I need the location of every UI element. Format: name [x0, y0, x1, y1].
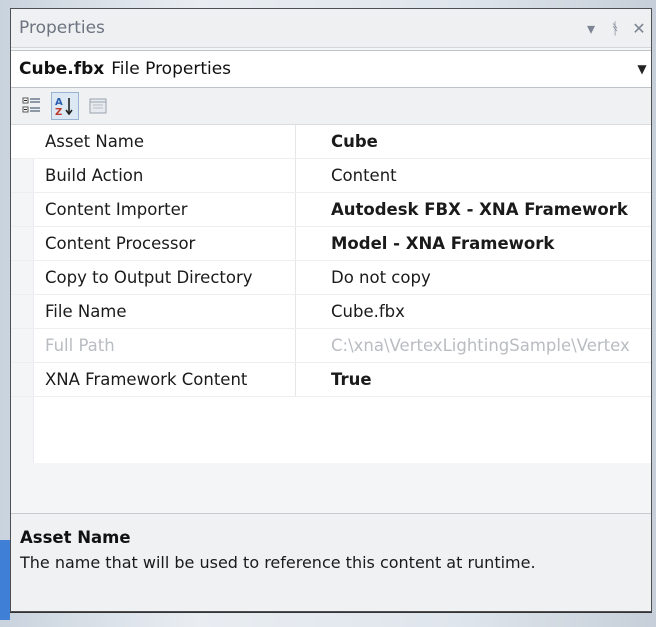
- property-value[interactable]: Cube: [296, 132, 651, 151]
- object-selector[interactable]: Cube.fbx File Properties ▼: [11, 50, 651, 88]
- property-row[interactable]: Copy to Output Directory Do not copy: [11, 261, 651, 295]
- window-title: Properties: [19, 18, 105, 38]
- property-pages-button[interactable]: [85, 93, 111, 119]
- property-value[interactable]: Cube.fbx: [296, 302, 651, 321]
- categorized-button[interactable]: [19, 93, 45, 119]
- object-name: Cube.fbx: [19, 59, 105, 79]
- close-button[interactable]: ✕: [627, 19, 651, 38]
- property-pages-icon: [89, 98, 107, 114]
- property-name: File Name: [11, 295, 296, 328]
- property-row[interactable]: Build Action Content: [11, 159, 651, 193]
- description-title: Asset Name: [20, 528, 131, 547]
- property-row[interactable]: XNA Framework Content True: [11, 363, 651, 397]
- property-value[interactable]: True: [296, 370, 651, 389]
- title-bar[interactable]: Properties ▾ ᚬ ✕: [11, 9, 651, 48]
- description-text: The name that will be used to reference …: [20, 553, 536, 572]
- categorized-icon: [22, 97, 40, 113]
- property-value[interactable]: Model - XNA Framework: [296, 234, 651, 253]
- property-value: C:\xna\VertexLightingSample\Vertex: [331, 336, 630, 355]
- property-name: Asset Name: [11, 125, 296, 158]
- property-rows: Asset Name Cube Build Action Content Content…: [11, 125, 651, 397]
- background-accent: [0, 540, 10, 620]
- property-name: XNA Framework Content: [11, 363, 296, 396]
- property-row[interactable]: File Name Cube.fbx: [11, 295, 651, 329]
- alphabetical-button[interactable]: A Z: [51, 92, 79, 120]
- chevron-down-icon[interactable]: ▼: [633, 62, 651, 76]
- property-name: Content Processor: [11, 227, 296, 260]
- property-value[interactable]: Autodesk FBX - XNA Framework: [296, 200, 651, 219]
- property-name: Copy to Output Directory: [11, 261, 296, 294]
- property-row[interactable]: Full Path C:\xna\VertexLightingSample\Ver…: [11, 329, 651, 363]
- properties-toolbar: A Z: [11, 88, 651, 125]
- property-row[interactable]: Content Processor Model - XNA Framework: [11, 227, 651, 261]
- property-name: Build Action: [11, 159, 296, 192]
- property-name: Full Path: [11, 329, 296, 362]
- property-value[interactable]: Do not copy: [296, 268, 651, 287]
- window-dropdown-button[interactable]: ▾: [579, 19, 603, 38]
- property-name: Content Importer: [11, 193, 296, 226]
- object-type: File Properties: [111, 59, 232, 79]
- property-value[interactable]: Content: [296, 166, 651, 185]
- description-pane: Asset Name The name that will be used to…: [11, 513, 651, 611]
- property-row[interactable]: Content Importer Autodesk FBX - XNA Frame…: [11, 193, 651, 227]
- properties-window: Properties ▾ ᚬ ✕ Cube.fbx File Propertie…: [10, 8, 652, 612]
- property-grid: Asset Name Cube Build Action Content Content…: [11, 125, 651, 463]
- svg-text:Z: Z: [55, 107, 62, 117]
- alphabetical-icon: A Z: [55, 97, 73, 117]
- property-row[interactable]: Asset Name Cube: [11, 125, 651, 159]
- pin-button[interactable]: ᚬ: [603, 19, 627, 38]
